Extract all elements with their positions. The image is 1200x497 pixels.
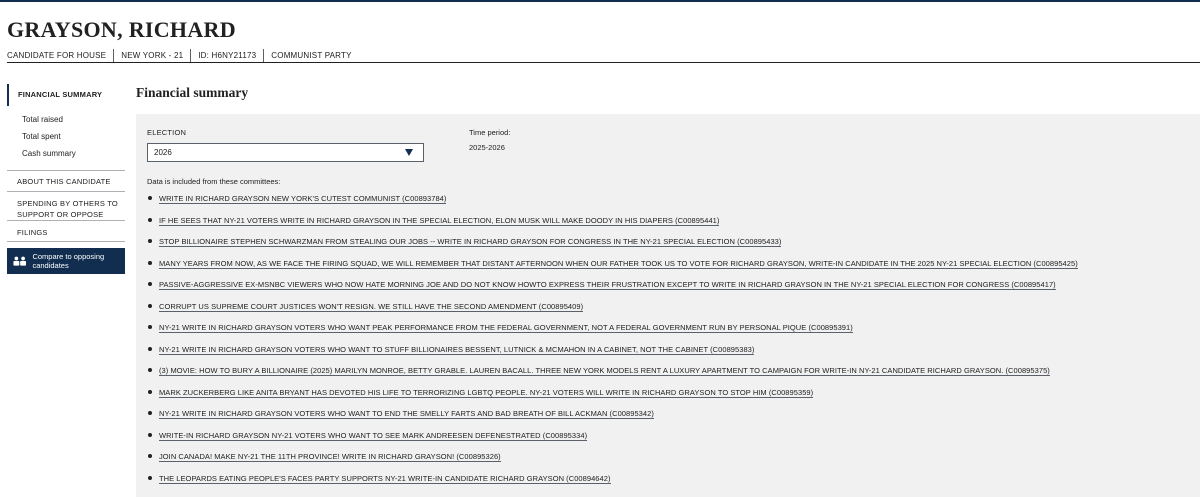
candidate-meta: CANDIDATE FOR HOUSE NEW YORK - 21 ID: H6…	[7, 49, 1200, 62]
election-label: ELECTION	[147, 128, 187, 137]
sidebar-subitem-cash-summary[interactable]: Cash summary	[7, 145, 125, 162]
bullet-icon	[148, 389, 152, 394]
candidate-header: GRAYSON, RICHARD CANDIDATE FOR HOUSE NEW…	[7, 17, 1200, 62]
sidebar-item-spending[interactable]: SPENDING BY OTHERS TO SUPPORT OR OPPOSE	[7, 191, 125, 220]
chevron-down-icon	[405, 149, 413, 156]
bullet-icon	[148, 239, 152, 243]
election-select[interactable]: 2026	[147, 143, 424, 162]
sidebar-subitem-total-spent[interactable]: Total spent	[7, 128, 125, 145]
top-border	[0, 0, 1200, 2]
bullet-icon	[148, 282, 152, 286]
candidate-name: GRAYSON, RICHARD	[7, 17, 236, 42]
compare-button[interactable]: Compare to opposing candidates	[7, 248, 125, 274]
candidate-office: CANDIDATE FOR HOUSE	[7, 49, 115, 62]
list-item: WRITE-IN RICHARD GRAYSON NY-21 VOTERS WH…	[147, 431, 1078, 453]
bullet-icon	[148, 196, 152, 200]
bullet-icon	[148, 303, 152, 308]
list-item: MARK ZUCKERBERG LIKE ANITA BRYANT HAS DE…	[147, 388, 1078, 410]
financial-summary-panel: ELECTION 2026 Time period: 2025-2026 Dat…	[136, 114, 1200, 497]
committee-link[interactable]: NY-21 WRITE IN RICHARD GRAYSON VOTERS WH…	[159, 323, 853, 333]
list-item: PASSIVE-AGGRESSIVE EX-MSNBC VIEWERS WHO …	[147, 280, 1078, 302]
election-select-value: 2026	[154, 148, 172, 157]
bullet-icon	[148, 454, 152, 458]
bullet-icon	[148, 325, 152, 329]
committee-link[interactable]: STOP BILLIONAIRE STEPHEN SCHWARZMAN FROM…	[159, 237, 782, 247]
list-item: STOP BILLIONAIRE STEPHEN SCHWARZMAN FROM…	[147, 237, 1078, 259]
bullet-icon	[148, 411, 152, 415]
time-period-value: 2025-2026	[469, 143, 505, 152]
candidate-party: COMMUNIST PARTY	[271, 51, 352, 60]
bullet-icon	[148, 217, 152, 222]
compare-button-label: Compare to opposing candidates	[32, 252, 105, 270]
header-divider	[7, 62, 1200, 63]
list-item: IF HE SEES THAT NY-21 VOTERS WRITE IN RI…	[147, 216, 1078, 238]
committee-list: WRITE IN RICHARD GRAYSON NEW YORK'S CUTE…	[147, 194, 1078, 495]
committee-link[interactable]: MARK ZUCKERBERG LIKE ANITA BRYANT HAS DE…	[159, 388, 814, 398]
sidebar-subitem-total-raised[interactable]: Total raised	[7, 111, 125, 128]
committee-link[interactable]: WRITE IN RICHARD GRAYSON NEW YORK'S CUTE…	[159, 194, 447, 204]
bullet-icon	[148, 260, 152, 265]
sidebar-item-about[interactable]: ABOUT THIS CANDIDATE	[7, 170, 125, 191]
list-item: WRITE IN RICHARD GRAYSON NEW YORK'S CUTE…	[147, 194, 1078, 216]
list-item: (3) MOVIE: HOW TO BURY A BILLIONAIRE (20…	[147, 366, 1078, 388]
committee-link[interactable]: JOIN CANADA! MAKE NY-21 THE 11TH PROVINC…	[159, 452, 501, 462]
page-title: Financial summary	[136, 85, 249, 100]
bullet-icon	[148, 346, 152, 351]
bullet-icon	[148, 368, 152, 372]
committee-link[interactable]: PASSIVE-AGGRESSIVE EX-MSNBC VIEWERS WHO …	[159, 280, 1056, 290]
sidebar-item-filings[interactable]: FILINGS	[7, 220, 125, 241]
sidebar-divider	[7, 241, 125, 242]
list-item: NY-21 WRITE IN RICHARD GRAYSON VOTERS WH…	[147, 323, 1078, 345]
committee-link[interactable]: NY-21 WRITE IN RICHARD GRAYSON VOTERS WH…	[159, 345, 755, 355]
people-compare-icon	[13, 256, 27, 266]
committee-link[interactable]: WRITE-IN RICHARD GRAYSON NY-21 VOTERS WH…	[159, 431, 588, 441]
committee-link[interactable]: THE LEOPARDS EATING PEOPLE'S FACES PARTY…	[159, 474, 611, 484]
candidate-district: NEW YORK - 21	[114, 49, 192, 62]
list-item: MANY YEARS FROM NOW, AS WE FACE THE FIRI…	[147, 259, 1078, 281]
committee-link[interactable]: (3) MOVIE: HOW TO BURY A BILLIONAIRE (20…	[159, 366, 1050, 376]
list-item: CORRUPT US SUPREME COURT JUSTICES WON'T …	[147, 302, 1078, 324]
list-item: NY-21 WRITE IN RICHARD GRAYSON VOTERS WH…	[147, 409, 1078, 431]
bullet-icon	[148, 475, 152, 480]
committee-link[interactable]: NY-21 WRITE IN RICHARD GRAYSON VOTERS WH…	[159, 409, 654, 419]
committee-link[interactable]: MANY YEARS FROM NOW, AS WE FACE THE FIRI…	[159, 259, 1078, 269]
list-item: THE LEOPARDS EATING PEOPLE'S FACES PARTY…	[147, 474, 1078, 496]
bullet-icon	[148, 432, 152, 437]
committee-link[interactable]: CORRUPT US SUPREME COURT JUSTICES WON'T …	[159, 302, 584, 312]
time-period-label: Time period:	[469, 128, 511, 137]
list-item: JOIN CANADA! MAKE NY-21 THE 11TH PROVINC…	[147, 452, 1078, 474]
list-item: NY-21 WRITE IN RICHARD GRAYSON VOTERS WH…	[147, 345, 1078, 367]
committee-link[interactable]: IF HE SEES THAT NY-21 VOTERS WRITE IN RI…	[159, 216, 720, 226]
sidebar-nav: FINANCIAL SUMMARY Total raised Total spe…	[7, 84, 125, 274]
committees-intro: Data is included from these committees:	[147, 177, 281, 186]
sidebar-item-financial-summary[interactable]: FINANCIAL SUMMARY	[7, 84, 125, 106]
candidate-id: ID: H6NY21173	[191, 49, 265, 62]
